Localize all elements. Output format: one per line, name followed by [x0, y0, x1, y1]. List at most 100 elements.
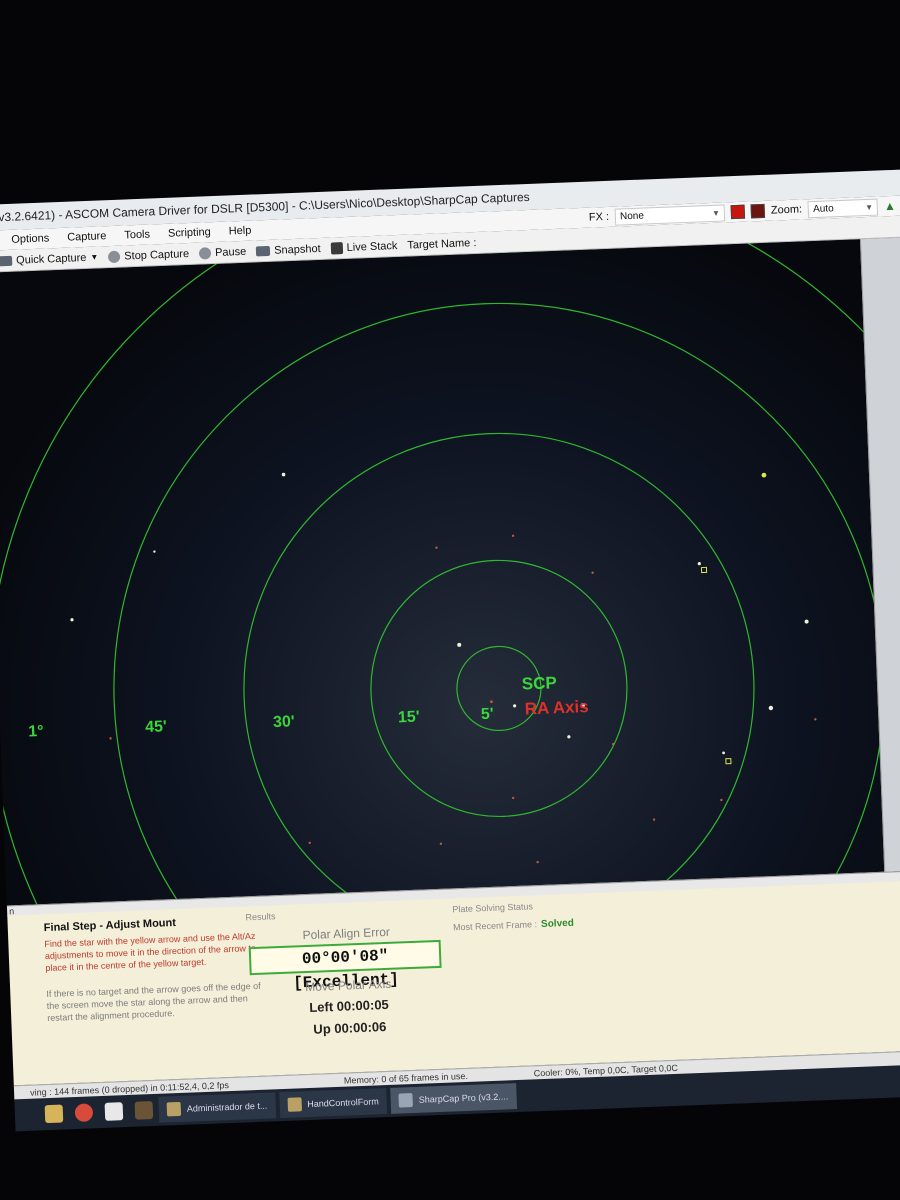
star — [457, 642, 462, 647]
live-stack-icon — [330, 241, 343, 255]
chevron-down-icon: ▼ — [864, 202, 874, 212]
pause-icon — [198, 246, 212, 260]
ring-label-5-arcmin: 5' — [481, 706, 494, 723]
live-stack-label: Live Stack — [346, 239, 398, 254]
faint-star — [490, 700, 493, 704]
ra-axis-label: RA Axis — [524, 697, 589, 718]
menu-tools[interactable]: Tools — [124, 225, 150, 246]
fx-label: FX : — [588, 210, 610, 224]
menu-capture[interactable]: Capture — [67, 226, 107, 247]
taskbar-item-handcontrol[interactable]: HandControlForm — [278, 1088, 388, 1119]
sharpcap-icon — [398, 1093, 414, 1108]
taskbar-item-label: HandControlForm — [307, 1096, 379, 1110]
taskbar-item-sharpcap[interactable]: SharpCap Pro (v3.2.... — [390, 1083, 517, 1114]
stop-capture-button[interactable]: Stop Capture — [108, 243, 190, 268]
faint-star — [652, 818, 656, 821]
ring-label-15-arcmin: 15' — [398, 709, 420, 727]
results-label: Results — [245, 911, 276, 923]
star — [768, 705, 774, 711]
target-marker — [700, 566, 708, 574]
histogram-icon[interactable]: ▲ — [884, 196, 897, 216]
faint-star — [814, 718, 817, 721]
faint-star — [511, 534, 515, 537]
taskbar-item-label: SharpCap Pro (v3.2.... — [418, 1091, 509, 1105]
ring-label-1-degree: 1° — [28, 723, 44, 741]
snapshot-button[interactable]: Snapshot — [256, 237, 321, 261]
menu-help[interactable]: Help — [228, 221, 252, 242]
pause-button[interactable]: Pause — [198, 240, 247, 264]
app-icon[interactable] — [104, 1102, 124, 1121]
star — [697, 562, 701, 566]
polar-align-panel: Final Step - Adjust Mount Find the star … — [7, 879, 900, 1086]
faint-star — [109, 737, 112, 740]
fx-value: None — [619, 210, 645, 222]
record-dark-icon[interactable] — [750, 203, 766, 219]
menu-scripting[interactable]: Scripting — [168, 222, 212, 244]
final-step-title: Final Step - Adjust Mount — [43, 917, 177, 935]
guide-rings — [0, 239, 885, 906]
chrome-icon[interactable] — [74, 1103, 94, 1123]
taskbar-item-task-manager[interactable]: Administrador de t... — [158, 1092, 276, 1123]
polar-align-error-value: 00°00'08" [Excellent] — [248, 939, 442, 993]
faint-star — [720, 798, 723, 802]
record-red-icon[interactable] — [730, 204, 746, 220]
star — [567, 735, 571, 739]
app-icon[interactable] — [134, 1101, 154, 1120]
task-manager-icon — [166, 1101, 182, 1117]
instructions-gray: If there is no target and the arrow goes… — [46, 980, 261, 1024]
faint-star — [591, 571, 594, 574]
photographed-monitor: v3.2.6421) - ASCOM Camera Driver for DSL… — [0, 0, 900, 1200]
faint-star — [511, 796, 515, 800]
polar-align-overlay: 1° 45' 30' 15' 5' SCP RA Axis — [0, 239, 885, 906]
star — [70, 618, 74, 622]
star — [153, 550, 156, 553]
most-recent-frame: Most Recent Frame : Solved — [453, 918, 574, 934]
faint-star — [536, 860, 539, 864]
solved-status: Solved — [540, 917, 575, 930]
star — [761, 472, 767, 478]
camera-image-view[interactable]: 1° 45' 30' 15' 5' SCP RA Axis — [0, 239, 885, 906]
fx-select[interactable]: None ▼ — [614, 203, 726, 226]
live-stack-button[interactable]: Live Stack — [330, 235, 398, 260]
chevron-down-icon: ▼ — [711, 208, 721, 218]
up-value: Up 00:00:06 — [313, 1019, 387, 1037]
plate-solving-label: Plate Solving Status — [452, 901, 534, 915]
quick-capture-label: Quick Capture — [15, 251, 87, 267]
pause-label: Pause — [214, 245, 247, 259]
taskbar-item-label: Administrador de t... — [186, 1100, 268, 1114]
target-name-field[interactable]: Target Name : — [407, 231, 477, 256]
quick-capture-button[interactable]: Quick Capture ▼ — [0, 246, 99, 272]
most-recent-frame-label: Most Recent Frame : — [452, 919, 538, 933]
scp-label: SCP — [521, 673, 557, 693]
star — [804, 619, 809, 624]
zoom-value: Auto — [812, 202, 834, 215]
star — [722, 751, 725, 755]
snapshot-label: Snapshot — [273, 242, 321, 257]
handcontrol-icon — [287, 1097, 302, 1112]
ring-30-arcmin — [243, 432, 755, 906]
stop-icon — [108, 250, 121, 263]
faint-star — [435, 546, 438, 549]
ring-45-arcmin — [113, 302, 885, 906]
stop-capture-label: Stop Capture — [124, 247, 190, 262]
ring-15-arcmin — [370, 559, 628, 818]
zoom-label: Zoom: — [770, 203, 803, 217]
star — [513, 704, 517, 708]
left-value: Left 00:00:05 — [309, 996, 390, 1015]
faint-star — [308, 841, 311, 845]
ring-label-45-arcmin: 45' — [145, 718, 167, 736]
target-name-label: Target Name : — [407, 236, 477, 252]
file-explorer-icon[interactable] — [44, 1104, 64, 1124]
stars — [70, 472, 809, 755]
snapshot-icon — [256, 245, 271, 256]
target-marker — [725, 758, 732, 765]
faint-star — [439, 842, 443, 845]
instructions-red: Find the star with the yellow arrow and … — [44, 930, 257, 974]
star — [281, 472, 286, 477]
camera-icon — [0, 255, 13, 266]
sharpcap-window: v3.2.6421) - ASCOM Camera Driver for DSL… — [0, 168, 900, 1134]
chevron-down-icon: ▼ — [90, 252, 99, 262]
ring-label-30-arcmin: 30' — [273, 713, 295, 731]
zoom-select[interactable]: Auto ▼ — [807, 198, 879, 218]
menu-options[interactable]: Options — [11, 228, 50, 249]
